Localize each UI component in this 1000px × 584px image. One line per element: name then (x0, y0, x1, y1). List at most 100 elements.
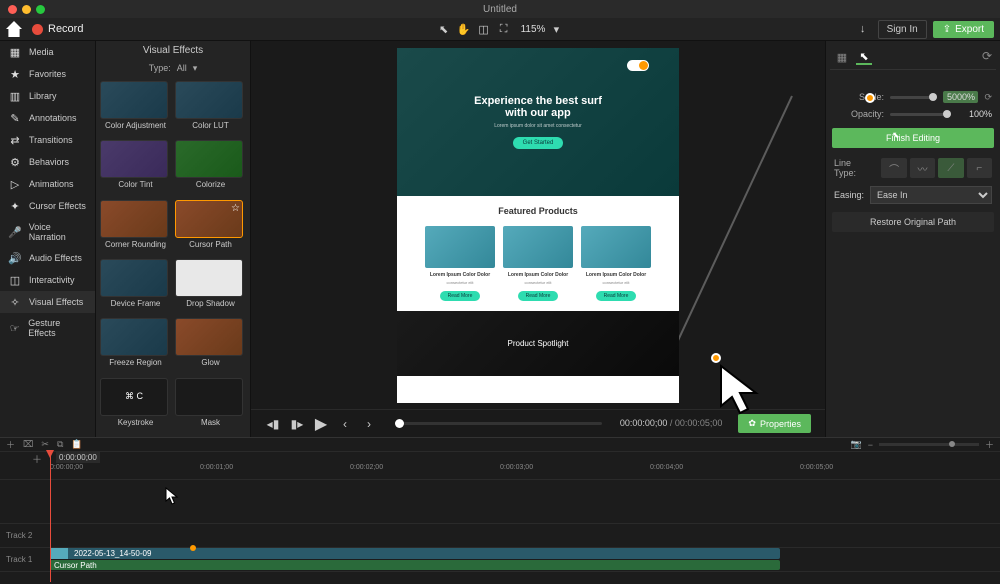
cursor-path-clip[interactable]: Cursor Path (50, 560, 780, 570)
effect-keystroke[interactable]: ⌘ CKeystroke (100, 378, 171, 433)
effect-thumbnail (100, 259, 168, 297)
sidebar-label: Audio Effects (29, 253, 82, 263)
effect-color-lut[interactable]: Color LUT (175, 81, 246, 136)
effect-cursor-path[interactable]: ☆Cursor Path (175, 200, 246, 255)
effect-freeze-region[interactable]: Freeze Region (100, 318, 171, 373)
playhead[interactable] (50, 452, 51, 582)
track-row[interactable]: Track 2 (0, 524, 1000, 548)
timeline-zoom-slider[interactable] (879, 443, 979, 446)
select-tool-icon[interactable]: ⬉ (435, 20, 453, 38)
prev-frame-button[interactable]: ◂▮ (265, 416, 281, 432)
sidebar-item-media[interactable]: ▦Media (0, 41, 95, 63)
opacity-slider[interactable] (890, 113, 951, 116)
effect-device-frame[interactable]: Device Frame (100, 259, 171, 314)
sidebar-item-voice-narration[interactable]: 🎤Voice Narration (0, 217, 95, 247)
effect-color-tint[interactable]: Color Tint (100, 140, 171, 195)
effect-label: Color Tint (100, 180, 171, 189)
home-icon[interactable] (6, 21, 22, 37)
canvas-viewport[interactable]: Experience the best surf with our app Lo… (251, 41, 825, 409)
zoom-out-icon[interactable]: − (868, 440, 873, 450)
scrubber-handle[interactable] (395, 419, 404, 428)
sidebar-item-visual-effects[interactable]: ✧Visual Effects (0, 291, 95, 313)
timeline-header: ＋ 0:00:00;00 (0, 452, 1000, 464)
restore-path-button[interactable]: Restore Original Path (832, 212, 994, 232)
time-ruler[interactable]: 0:00:00;000:00:01;000:00:02;000:00:03;00… (0, 464, 1000, 480)
camera-icon[interactable]: 📷 (851, 439, 862, 450)
sidebar-label: Behaviors (29, 157, 69, 167)
effect-corner-rounding[interactable]: Corner Rounding (100, 200, 171, 255)
sidebar-item-annotations[interactable]: ✎Annotations (0, 107, 95, 129)
linetype-straight[interactable]: ⌒ (881, 158, 906, 178)
prev-marker-button[interactable]: ‹ (337, 416, 353, 432)
sidebar-item-animations[interactable]: ▷Animations (0, 173, 95, 195)
effect-thumbnail (175, 318, 243, 356)
sidebar-item-library[interactable]: ▥Library (0, 85, 95, 107)
paste-icon[interactable]: 📋 (71, 439, 82, 450)
close-window[interactable] (8, 5, 17, 14)
export-label: Export (955, 24, 984, 35)
scrubber[interactable] (395, 422, 602, 425)
pan-tool-icon[interactable]: ⛶ (495, 20, 513, 38)
effect-mask[interactable]: Mask (175, 378, 246, 433)
sidebar-item-gesture-effects[interactable]: ☞Gesture Effects (0, 313, 95, 343)
minimize-window[interactable] (22, 5, 31, 14)
effect-label: Freeze Region (100, 358, 171, 367)
mock-featured: Featured Products Lorem Ipsum Color Dolo… (397, 196, 679, 311)
download-icon[interactable]: ↓ (854, 20, 872, 38)
timeline: ＋ ⌧ ✂ ⧉ 📋 📷 − ＋ ＋ 0:00:00;00 0:00:00;000… (0, 437, 1000, 584)
effect-colorize[interactable]: Colorize (175, 140, 246, 195)
effect-thumbnail (175, 378, 243, 416)
effect-glow[interactable]: Glow (175, 318, 246, 373)
scale-value[interactable]: 5000% (943, 91, 978, 103)
linetype-smooth[interactable]: 〰 (910, 158, 935, 178)
track-row[interactable]: Track 1 2022-05-13_14-50-09 Cursor Path (0, 548, 1000, 572)
crop-tool-icon[interactable]: ◫ (475, 20, 493, 38)
export-button[interactable]: ⇪ Export (933, 21, 994, 38)
linetype-bezier[interactable]: ⟋ (938, 158, 963, 178)
clip-marker[interactable] (190, 545, 196, 551)
zoom-dropdown-icon[interactable]: ▾ (547, 20, 565, 38)
properties-button[interactable]: ✿ Properties (738, 414, 811, 433)
hand-tool-icon[interactable]: ✋ (455, 20, 473, 38)
easing-select[interactable]: Ease In (870, 186, 992, 204)
linetype-step[interactable]: ⌐ (967, 158, 992, 178)
mock-spotlight: Product Spotlight (397, 311, 679, 376)
add-track-icon[interactable]: ＋ (6, 438, 15, 451)
play-button[interactable]: ▶ (313, 416, 329, 432)
finish-editing-button[interactable]: ⬉ Finish Editing (832, 128, 994, 148)
effect-drop-shadow[interactable]: Drop Shadow (175, 259, 246, 314)
next-marker-button[interactable]: › (361, 416, 377, 432)
cursor-path-line[interactable] (673, 96, 793, 351)
sidebar-item-cursor-effects[interactable]: ✦Cursor Effects (0, 195, 95, 217)
step-back-button[interactable]: ▮▸ (289, 416, 305, 432)
zoom-in-icon[interactable]: ＋ (985, 438, 994, 451)
signin-button[interactable]: Sign In (878, 20, 927, 39)
effects-type-filter[interactable]: Type: All ▾ (96, 60, 250, 77)
effect-color-adjustment[interactable]: Color Adjustment (100, 81, 171, 136)
easing-label: Easing: (834, 190, 864, 200)
copy-icon[interactable]: ⧉ (57, 439, 63, 450)
path-node-start[interactable] (865, 93, 875, 103)
reset-scale-icon[interactable]: ⟳ (984, 92, 992, 103)
tracks-area: Track 2 Track 1 2022-05-13_14-50-09 Curs… (0, 480, 1000, 584)
sidebar-item-favorites[interactable]: ★Favorites (0, 63, 95, 85)
effect-label: Colorize (175, 180, 246, 189)
scale-slider[interactable] (890, 96, 937, 99)
cut-icon[interactable]: ✂ (41, 439, 49, 450)
effects-grid: Color AdjustmentColor LUT Color Tint Color… (96, 77, 250, 437)
panel-tab-cursor-icon[interactable]: ⬉ (856, 49, 872, 65)
sidebar-item-transitions[interactable]: ⇄Transitions (0, 129, 95, 151)
sidebar-item-audio-effects[interactable]: 🔊Audio Effects (0, 247, 95, 269)
video-clip[interactable]: 2022-05-13_14-50-09 (50, 548, 780, 559)
zoom-level[interactable]: 115% (521, 24, 546, 35)
sidebar-item-behaviors[interactable]: ⚙Behaviors (0, 151, 95, 173)
refresh-icon[interactable]: ⟳ (982, 49, 992, 65)
path-node-end[interactable] (711, 353, 721, 363)
maximize-window[interactable] (36, 5, 45, 14)
effect-thumbnail (100, 140, 168, 178)
panel-tab-layout-icon[interactable]: ▦ (834, 49, 850, 65)
magnet-icon[interactable]: ⌧ (23, 439, 33, 450)
sidebar-icon: 🎤 (8, 226, 22, 238)
record-button[interactable]: Record (32, 23, 83, 35)
sidebar-item-interactivity[interactable]: ◫Interactivity (0, 269, 95, 291)
